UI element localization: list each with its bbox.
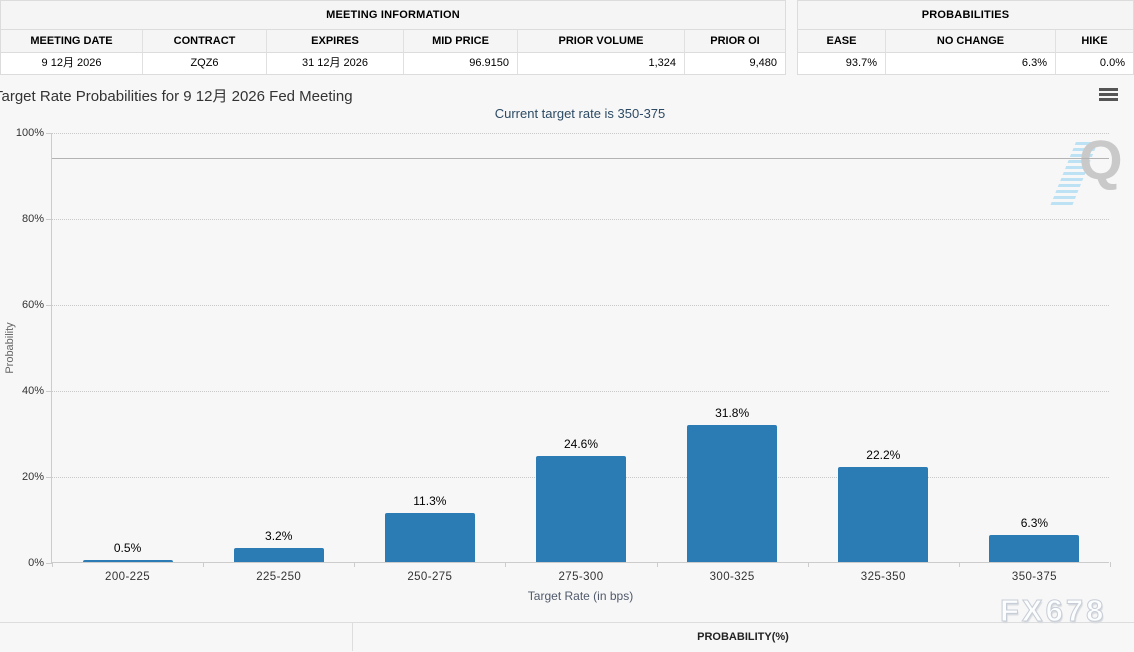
bar-value-label: 24.6% [564, 437, 598, 451]
x-tick-mark [808, 562, 809, 567]
x-category-label: 275-300 [558, 571, 603, 583]
y-tick-label: 20% [22, 471, 44, 483]
x-tick-mark [354, 562, 355, 567]
meeting-information-header-row: MEETING DATE CONTRACT EXPIRES MID PRICE … [1, 30, 785, 53]
bar[interactable] [385, 513, 475, 562]
x-tick-mark [959, 562, 960, 567]
x-tick-mark [657, 562, 658, 567]
col-expires: EXPIRES [267, 30, 404, 52]
y-tick-mark [46, 133, 52, 134]
x-category-label: 200-225 [105, 571, 150, 583]
y-tick-label: 40% [22, 385, 44, 397]
probabilities-table: PROBABILITIES EASE NO CHANGE HIKE 93.7% … [797, 0, 1134, 75]
meeting-information-value-row: 9 12月 2026 ZQZ6 31 12月 2026 96.9150 1,32… [1, 53, 785, 74]
bar[interactable] [234, 548, 324, 562]
footer-bar: PROBABILITY(%) [0, 622, 1134, 651]
x-tick-mark [52, 562, 53, 567]
prior-volume-value: 1,324 [518, 53, 685, 74]
col-ease: EASE [798, 30, 886, 52]
plot-area: Probability Target Rate (in bps) 0%20%40… [51, 133, 1109, 563]
chart-subtitle: Current target rate is 350-375 [51, 106, 1109, 121]
bar-value-label: 11.3% [413, 494, 446, 508]
mid-price-value: 96.9150 [404, 53, 518, 74]
y-gridline [52, 391, 1109, 392]
prior-oi-value: 9,480 [685, 53, 785, 74]
reference-line [52, 158, 1109, 159]
x-category-label: 300-325 [710, 571, 755, 583]
col-no-change: NO CHANGE [886, 30, 1056, 52]
y-tick-label: 80% [22, 213, 44, 225]
col-prior-volume: PRIOR VOLUME [518, 30, 685, 52]
y-tick-mark [46, 219, 52, 220]
meeting-information-title: MEETING INFORMATION [1, 1, 785, 30]
col-hike: HIKE [1056, 30, 1133, 52]
x-axis-title: Target Rate (in bps) [528, 589, 633, 603]
y-tick-mark [46, 305, 52, 306]
y-tick-label: 60% [22, 299, 44, 311]
x-category-label: 350-375 [1012, 571, 1057, 583]
bar[interactable] [687, 425, 777, 562]
hamburger-menu-icon[interactable] [1099, 88, 1118, 101]
x-tick-mark [1110, 562, 1111, 567]
bar[interactable] [83, 560, 173, 562]
bar-value-label: 6.3% [1021, 516, 1048, 530]
meeting-date-value: 9 12月 2026 [1, 53, 143, 74]
y-gridline [52, 219, 1109, 220]
bar-value-label: 0.5% [114, 541, 141, 555]
bar[interactable] [838, 467, 928, 562]
y-gridline [52, 133, 1109, 134]
no-change-value: 6.3% [886, 53, 1056, 74]
x-category-label: 250-275 [407, 571, 452, 583]
probabilities-value-row: 93.7% 6.3% 0.0% [798, 53, 1133, 74]
x-category-label: 325-350 [861, 571, 906, 583]
probabilities-header-row: EASE NO CHANGE HIKE [798, 30, 1133, 53]
y-tick-label: 100% [16, 127, 44, 139]
bar[interactable] [989, 535, 1079, 562]
hike-value: 0.0% [1056, 53, 1133, 74]
chart-title: Target Rate Probabilities for 9 12月 2026… [0, 85, 353, 106]
col-contract: CONTRACT [143, 30, 267, 52]
bar-value-label: 22.2% [866, 448, 900, 462]
x-tick-mark [505, 562, 506, 567]
y-tick-mark [46, 391, 52, 392]
bar[interactable] [536, 456, 626, 562]
y-tick-mark [46, 477, 52, 478]
fx678-watermark: FX678 [1000, 593, 1106, 629]
expires-value: 31 12月 2026 [267, 53, 404, 74]
probabilities-title: PROBABILITIES [798, 1, 1133, 30]
target-rate-probability-chart: Target Rate Probabilities for 9 12月 2026… [0, 75, 1134, 622]
bar-value-label: 31.8% [715, 406, 749, 420]
col-meeting-date: MEETING DATE [1, 30, 143, 52]
ease-value: 93.7% [798, 53, 886, 74]
x-category-label: 225-250 [256, 571, 301, 583]
col-mid-price: MID PRICE [404, 30, 518, 52]
meeting-information-table: MEETING INFORMATION MEETING DATE CONTRAC… [0, 0, 786, 75]
contract-value: ZQZ6 [143, 53, 267, 74]
y-tick-label: 0% [28, 557, 44, 569]
y-gridline [52, 305, 1109, 306]
x-tick-mark [203, 562, 204, 567]
y-axis-title: Probability [4, 322, 16, 373]
col-prior-oi: PRIOR OI [685, 30, 785, 52]
bar-value-label: 3.2% [265, 529, 292, 543]
